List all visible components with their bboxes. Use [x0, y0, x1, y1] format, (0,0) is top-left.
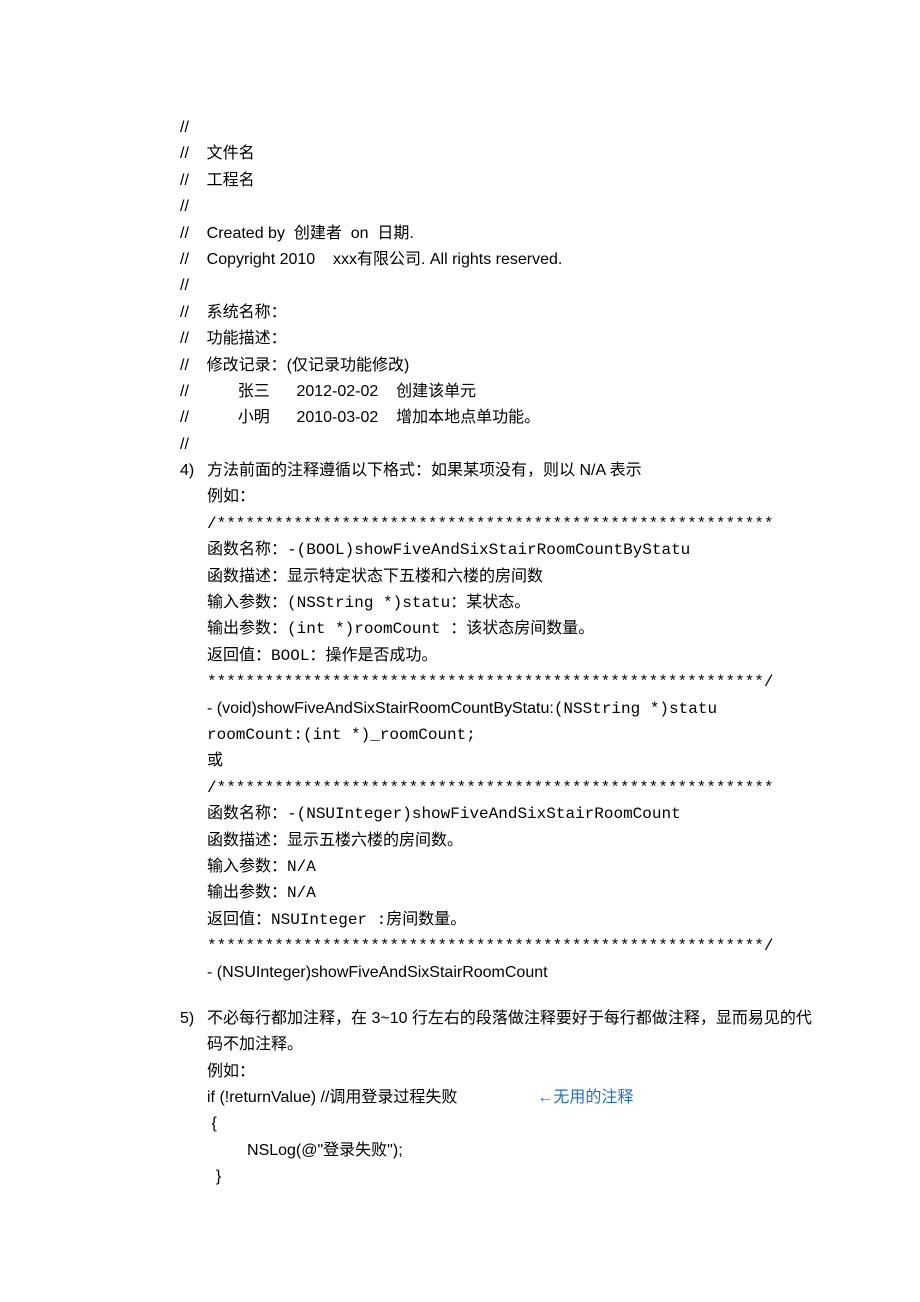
- comment-line: // Copyright 2010 xxx有限公司. All rights re…: [180, 247, 820, 273]
- body-text: 不必每行都加注释，在 3~10 行左右的段落做注释要好于每行都做注释，显而易见的…: [207, 1006, 820, 1059]
- comment-line: //: [180, 115, 820, 141]
- code-line: /***************************************…: [207, 775, 820, 801]
- code-line: ****************************************…: [207, 669, 820, 695]
- body-text: 例如：: [207, 484, 820, 510]
- code-line: - (NSUInteger)showFiveAndSixStairRoomCou…: [207, 960, 820, 986]
- comment-line: //: [180, 273, 820, 299]
- code-line: 函数描述：显示特定状态下五楼和六楼的房间数: [207, 564, 820, 590]
- code-line: roomCount:(int *)_roomCount;: [207, 722, 820, 748]
- comment-line: // 功能描述：: [180, 326, 820, 352]
- code-line: 返回值：NSUInteger :房间数量。: [207, 907, 820, 933]
- comment-line: // 文件名: [180, 141, 820, 167]
- comment-line: // 张三 2012-02-02 创建该单元: [180, 379, 820, 405]
- code-line: 函数描述：显示五楼六楼的房间数。: [207, 828, 820, 854]
- body-text: 方法前面的注释遵循以下格式：如果某项没有，则以 N/A 表示: [207, 458, 820, 484]
- comment-line: // 小明 2010-03-02 增加本地点单功能。: [180, 405, 820, 431]
- code-line: 输入参数：(NSString *)statu：某状态。: [207, 590, 820, 616]
- code-line: 输出参数：N/A: [207, 880, 820, 906]
- code-line: NSLog(@"登录失败");: [207, 1138, 820, 1164]
- code-line: ****************************************…: [207, 933, 820, 959]
- code-line: if (!returnValue) //调用登录过程失败←无用的注释: [207, 1085, 820, 1111]
- code-line: /***************************************…: [207, 511, 820, 537]
- code-line: 函数名称：-(NSUInteger)showFiveAndSixStairRoo…: [207, 801, 820, 827]
- comment-line: // 修改记录：(仅记录功能修改): [180, 353, 820, 379]
- code-line: {: [207, 1111, 820, 1137]
- code-line: 输出参数：(int *)roomCount ：该状态房间数量。: [207, 616, 820, 642]
- item-number: 4): [180, 458, 207, 986]
- code-line: - (void)showFiveAndSixStairRoomCountBySt…: [207, 696, 820, 722]
- item-number: 5): [180, 1006, 207, 1191]
- code-line: 输入参数：N/A: [207, 854, 820, 880]
- code-line: 或: [207, 748, 820, 774]
- comment-line: // 工程名: [180, 168, 820, 194]
- comment-line: // Created by 创建者 on 日期.: [180, 221, 820, 247]
- body-text: 例如：: [207, 1059, 820, 1085]
- comment-line: //: [180, 432, 820, 458]
- code-line: 函数名称：-(BOOL)showFiveAndSixStairRoomCount…: [207, 537, 820, 563]
- comment-line: // 系统名称：: [180, 300, 820, 326]
- list-item-4: 4) 方法前面的注释遵循以下格式：如果某项没有，则以 N/A 表示 例如： /*…: [180, 458, 820, 986]
- code-line: }: [207, 1164, 820, 1190]
- comment-line: //: [180, 194, 820, 220]
- annotation-note: ←无用的注释: [537, 1089, 633, 1106]
- code-line: 返回值：BOOL：操作是否成功。: [207, 643, 820, 669]
- list-item-5: 5) 不必每行都加注释，在 3~10 行左右的段落做注释要好于每行都做注释，显而…: [180, 1006, 820, 1191]
